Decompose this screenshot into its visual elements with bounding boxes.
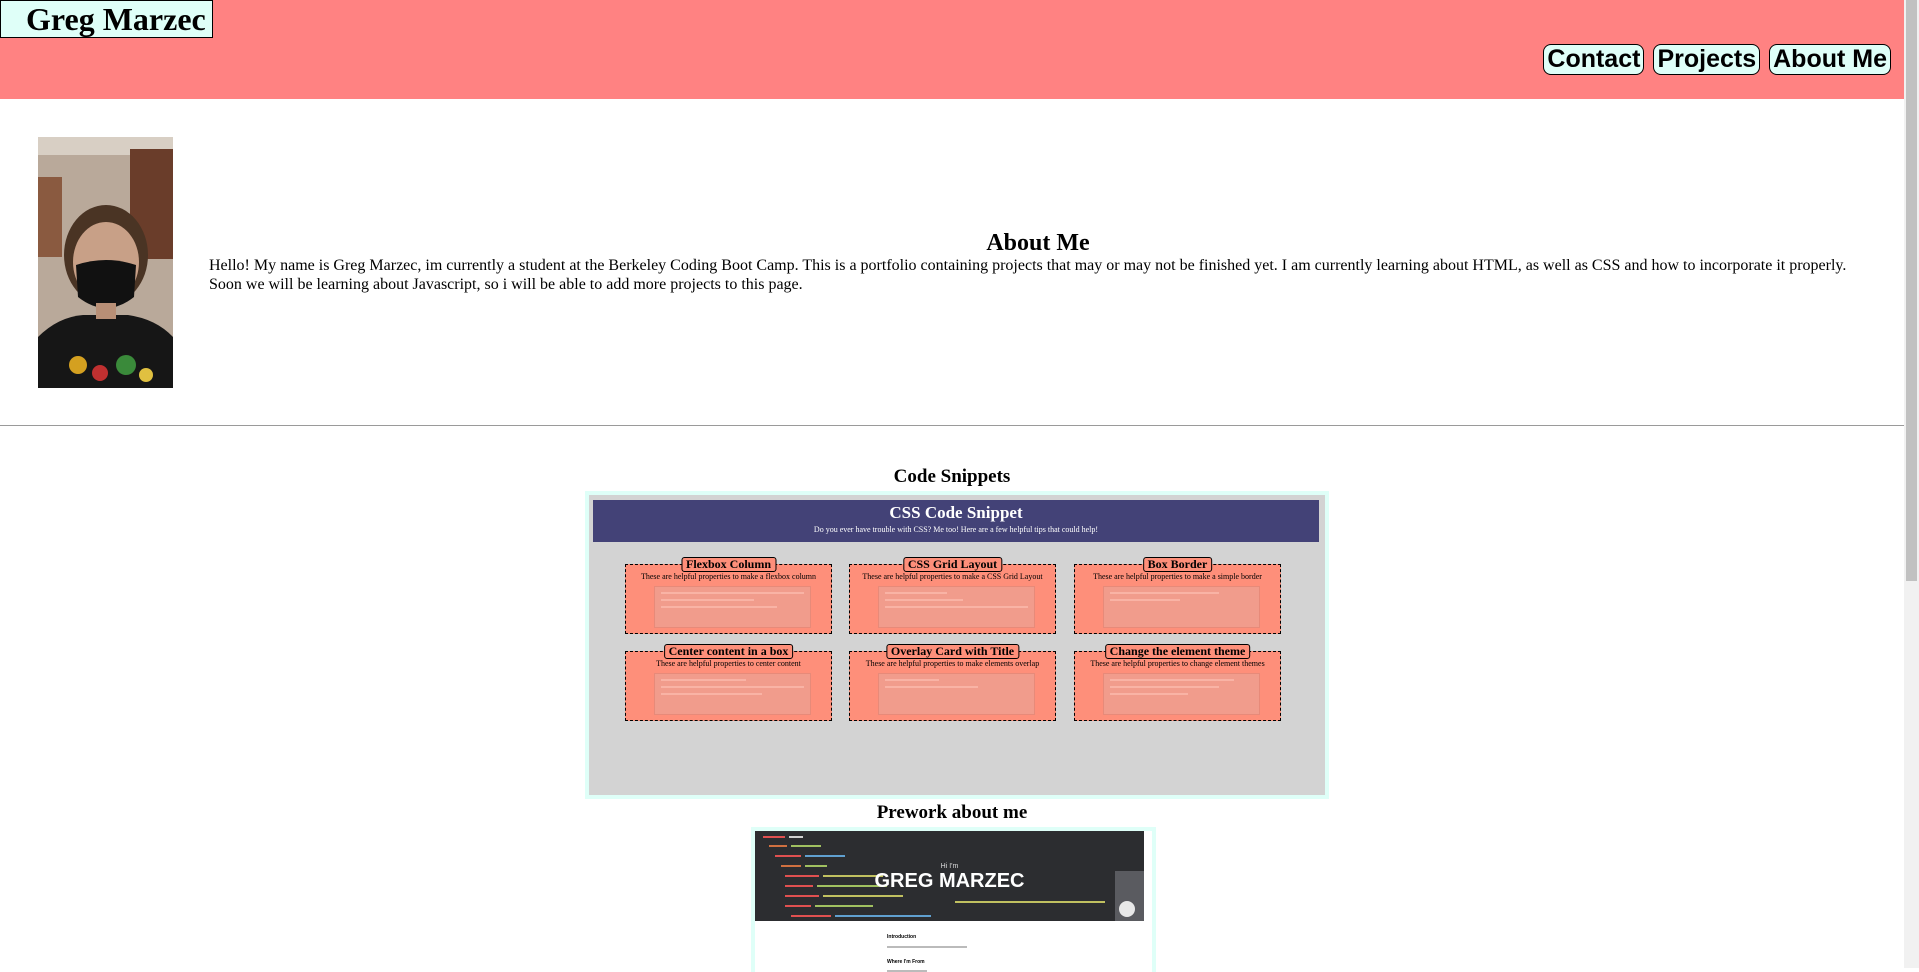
snippet-card-code bbox=[878, 586, 1035, 628]
snippet-card-desc: These are helpful properties to make a f… bbox=[640, 572, 817, 581]
site-header: Greg Marzec Contact Projects About Me bbox=[0, 0, 1904, 99]
page-scrollbar[interactable] bbox=[1904, 0, 1919, 968]
prework-intro-line bbox=[887, 946, 967, 948]
snippet-banner: CSS Code Snippet Do you ever have troubl… bbox=[593, 500, 1319, 542]
snippet-card[interactable]: CSS Grid Layout These are helpful proper… bbox=[849, 557, 1056, 634]
prework-hi: Hi I'm bbox=[940, 863, 959, 870]
snippet-card-desc: These are helpful properties to make a s… bbox=[1093, 572, 1262, 581]
snippet-card[interactable]: Change the element theme These are helpf… bbox=[1074, 644, 1281, 721]
snippet-card[interactable]: Overlay Card with Title These are helpfu… bbox=[849, 644, 1056, 721]
snippet-card-title: Overlay Card with Title bbox=[885, 644, 1020, 659]
snippet-card-desc: These are helpful properties to center c… bbox=[656, 659, 801, 668]
snippet-card-code bbox=[654, 586, 811, 628]
snippet-card-code bbox=[1103, 586, 1260, 628]
code-snippets-title: Code Snippets bbox=[893, 466, 1011, 487]
site-brand[interactable]: Greg Marzec bbox=[0, 0, 213, 38]
snippet-card-title: Center content in a box bbox=[663, 644, 794, 659]
nav-contact-button[interactable]: Contact bbox=[1543, 44, 1645, 75]
profile-photo bbox=[38, 137, 173, 388]
snippet-card-title: Box Border bbox=[1142, 557, 1213, 572]
snippet-card[interactable]: Center content in a box These are helpfu… bbox=[625, 644, 832, 721]
prework-title: Prework about me bbox=[876, 802, 1028, 823]
prework-intro: Introduction bbox=[887, 934, 917, 940]
snippet-card-title: Change the element theme bbox=[1104, 644, 1251, 659]
snippet-banner-subtitle: Do you ever have trouble with CSS? Me to… bbox=[813, 525, 1099, 534]
about-paragraph: Hello! My name is Greg Marzec, im curren… bbox=[209, 257, 1847, 293]
nav-projects-button[interactable]: Projects bbox=[1653, 44, 1761, 75]
prework-name: GREG MARZEC bbox=[874, 870, 1025, 892]
prework-where: Where I'm From bbox=[887, 959, 925, 965]
snippet-card-desc: These are helpful properties to make a C… bbox=[862, 572, 1043, 581]
nav-about-me-button[interactable]: About Me bbox=[1769, 44, 1891, 75]
prework-project[interactable]: Hi I'm GREG MARZEC Introduction Where I'… bbox=[751, 827, 1156, 972]
snippet-card-title: CSS Grid Layout bbox=[902, 557, 1003, 572]
snippet-card-code bbox=[1103, 673, 1260, 715]
snippet-card-code bbox=[654, 673, 811, 715]
snippet-card-title: Flexbox Column bbox=[680, 557, 777, 572]
snippet-banner-title: CSS Code Snippet bbox=[889, 503, 1023, 522]
prework-hero: Hi I'm GREG MARZEC bbox=[755, 831, 1144, 921]
code-snippet-project[interactable]: CSS Code Snippet Do you ever have troubl… bbox=[585, 491, 1329, 799]
snippet-card[interactable]: Flexbox Column These are helpful propert… bbox=[625, 557, 832, 634]
scrollbar-thumb[interactable] bbox=[1906, 0, 1917, 581]
snippet-card-code bbox=[878, 673, 1035, 715]
snippet-card[interactable]: Box Border These are helpful properties … bbox=[1074, 557, 1281, 634]
snippet-card-desc: These are helpful properties to change e… bbox=[1090, 659, 1265, 668]
snippet-card-desc: These are helpful properties to make ele… bbox=[865, 659, 1040, 668]
section-divider bbox=[0, 425, 1904, 426]
about-title: About Me bbox=[986, 230, 1090, 256]
main-nav: Contact Projects About Me bbox=[1543, 44, 1891, 75]
